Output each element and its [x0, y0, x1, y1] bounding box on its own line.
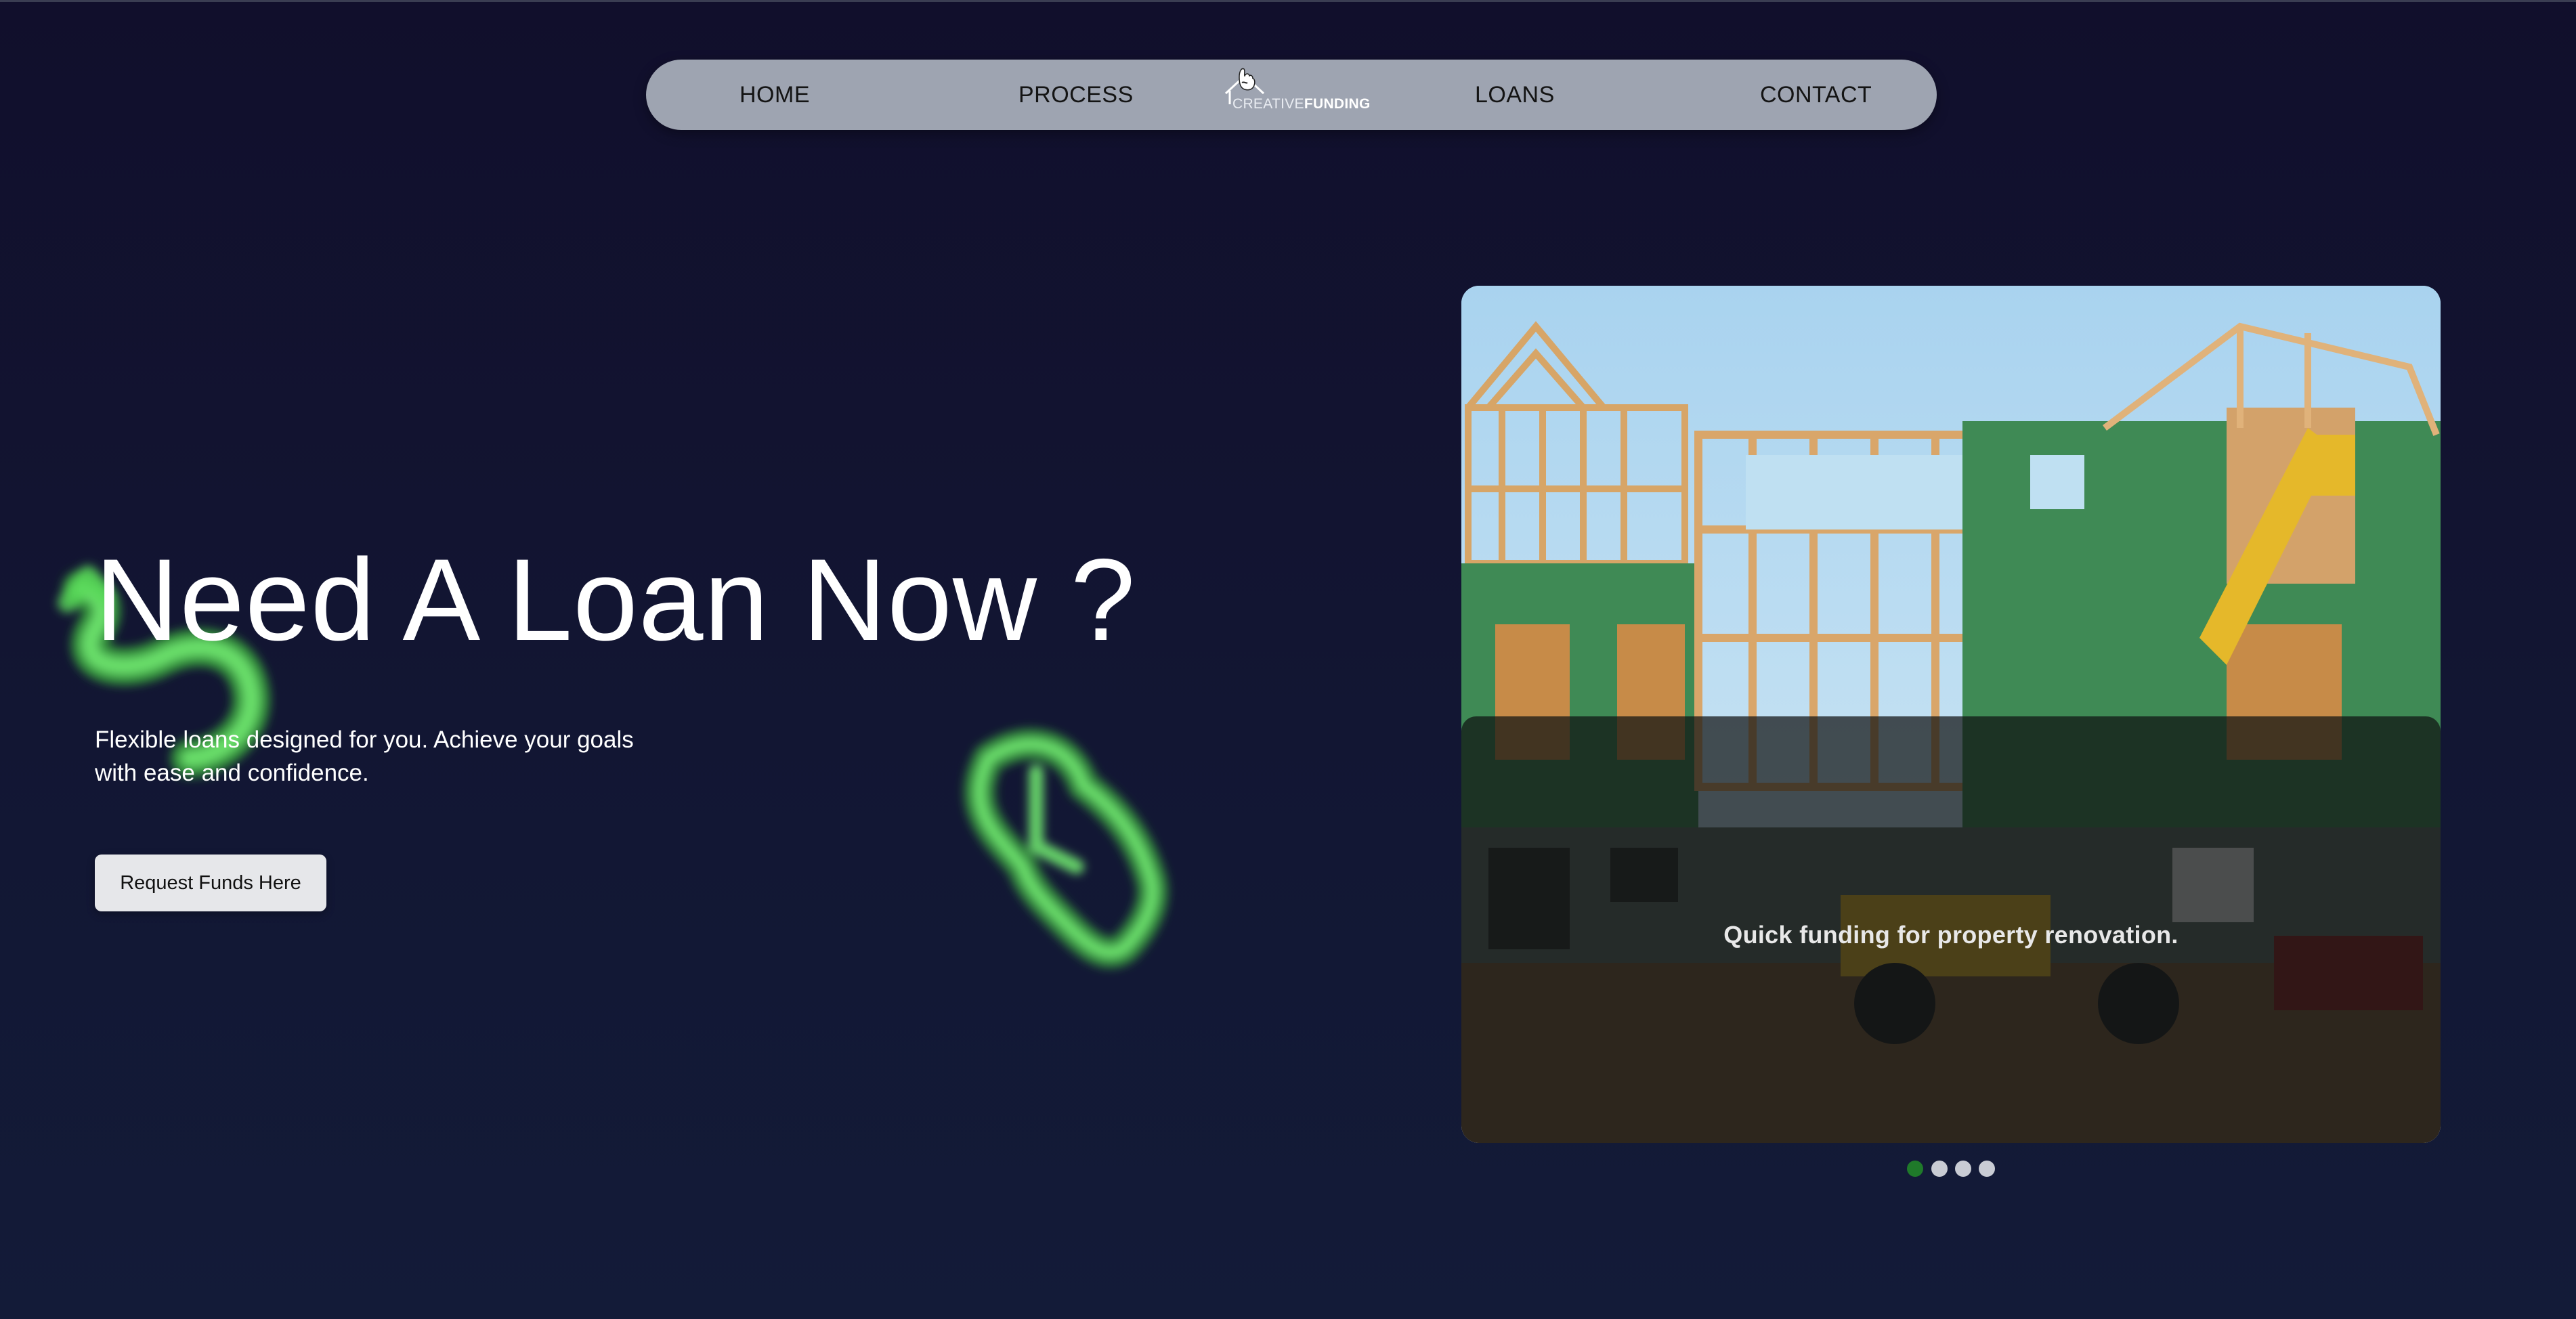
site-logo[interactable]: CREATIVEFUNDING — [1222, 65, 1371, 126]
main-nav: HOME PROCESS CREATIVEFUNDING LOANS CONTA… — [646, 60, 1937, 130]
image-slider[interactable]: Quick funding for property renovation. — [1461, 286, 2441, 1143]
slider-dot-1[interactable] — [1907, 1161, 1923, 1177]
slide-caption: Quick funding for property renovation. — [1723, 921, 2178, 949]
hero-subtitle: Flexible loans designed for you. Achieve… — [95, 727, 634, 786]
hero-headline: Need A Loan Now ? — [95, 535, 1136, 665]
nav-home-link[interactable]: HOME — [739, 60, 810, 130]
top-border — [0, 0, 2576, 2]
logo-wordmark: CREATIVEFUNDING — [1232, 96, 1371, 112]
nav-process-link[interactable]: PROCESS — [1018, 60, 1134, 130]
slider-dot-3[interactable] — [1955, 1161, 1971, 1177]
clock-icon — [964, 729, 1168, 968]
nav-contact-link[interactable]: CONTACT — [1760, 60, 1872, 130]
request-funds-button[interactable]: Request Funds Here — [95, 855, 326, 911]
slider-dot-2[interactable] — [1931, 1161, 1948, 1177]
slider-dot-4[interactable] — [1979, 1161, 1995, 1177]
nav-loans-link[interactable]: LOANS — [1475, 60, 1555, 130]
